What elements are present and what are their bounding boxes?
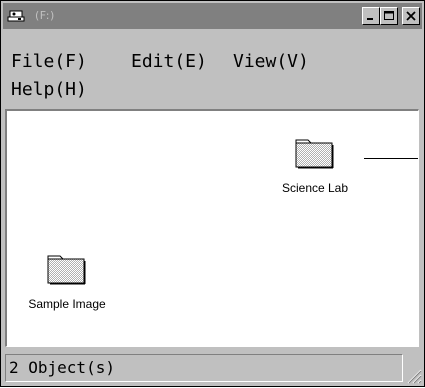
folder-icon — [17, 251, 117, 289]
menu-file[interactable]: File(F) — [11, 51, 87, 72]
folder-label: Sample Image — [28, 297, 106, 311]
close-button[interactable] — [402, 7, 420, 25]
connector-line — [364, 158, 418, 159]
drive-icon — [7, 7, 27, 25]
title-bar[interactable]: (F:) — [3, 3, 422, 29]
minimize-button[interactable] — [362, 7, 380, 25]
menu-help[interactable]: Help(H) — [11, 79, 87, 100]
maximize-button[interactable] — [380, 7, 398, 25]
status-bar: 2 Object(s) — [5, 354, 403, 382]
folder-science-lab[interactable]: Science Lab — [269, 135, 361, 195]
resize-grip-icon[interactable] — [404, 366, 422, 384]
folder-sample-image[interactable]: Sample Image — [17, 251, 117, 311]
explorer-window: (F:) File(F) Edit(E) View(V) Help(H) Sci… — [0, 0, 425, 387]
menu-edit[interactable]: Edit(E) — [131, 51, 207, 72]
folder-icon — [269, 135, 361, 173]
window-title: (F:) — [35, 9, 55, 22]
folder-view[interactable]: Science Lab Sample Image — [5, 109, 419, 347]
menu-bar: File(F) Edit(E) View(V) Help(H) — [5, 31, 420, 101]
folder-label: Science Lab — [281, 181, 349, 195]
menu-view[interactable]: View(V) — [233, 51, 309, 72]
